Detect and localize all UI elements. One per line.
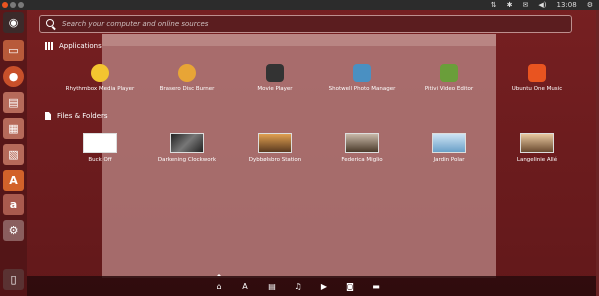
app-result-brasero[interactable]: Brasero Disc Burner — [152, 64, 222, 92]
file-result-label: Darkening Clockwork — [157, 157, 217, 163]
file-result-langelinie-alle[interactable]: Langelinie Allé — [502, 133, 572, 163]
file-thumbnail — [432, 133, 466, 153]
ubuntu-one-music-icon — [528, 64, 546, 82]
app-result-label: Brasero Disc Burner — [159, 86, 215, 92]
file-thumbnail — [520, 133, 554, 153]
file-result-label: Buck Off — [88, 157, 112, 163]
home-folder-icon[interactable]: ▭ — [3, 40, 24, 61]
bluetooth-indicator-icon[interactable]: ✱ — [507, 1, 513, 9]
lens-bar — [27, 276, 599, 296]
file-result-label: Dybbølsbro Station — [248, 157, 302, 163]
clock[interactable]: 13:08 — [557, 1, 577, 9]
app-result-label: Ubuntu One Music — [511, 86, 563, 92]
volume-indicator-icon[interactable]: ◀) — [538, 1, 546, 9]
photo-lens-icon[interactable]: ◙ — [344, 281, 356, 291]
app-result-label: Movie Player — [257, 86, 293, 92]
files-lens-icon[interactable]: ▤ — [266, 281, 278, 291]
app-result-label: Rhythmbox Media Player — [65, 86, 135, 92]
libreoffice-writer-icon[interactable]: ▤ — [3, 92, 24, 113]
top-panel: ⇅ ✱ ✉ ◀) 13:08 ⚙ — [0, 0, 599, 10]
system-settings-icon[interactable]: ⚙ — [3, 220, 24, 241]
file-result-dybbolsbro-station[interactable]: Dybbølsbro Station — [240, 133, 310, 163]
movie-player-icon — [266, 64, 284, 82]
file-result-label: Federica Miglio — [341, 157, 383, 163]
files-category-icon — [45, 112, 51, 120]
search-input[interactable] — [62, 17, 562, 31]
background-window-titlebar — [102, 34, 496, 46]
applications-category-icon — [45, 42, 53, 50]
app-result-movie-player[interactable]: Movie Player — [240, 64, 310, 92]
network-indicator-icon[interactable]: ⇅ — [491, 1, 497, 9]
category-files-folders[interactable]: Files & Folders — [45, 112, 108, 120]
minimize-window-button[interactable] — [10, 2, 16, 8]
social-lens-icon[interactable]: ▬ — [370, 281, 382, 291]
file-thumbnail — [345, 133, 379, 153]
dash-search-box — [39, 15, 572, 33]
software-center-letter: A — [9, 174, 18, 187]
category-applications[interactable]: Applications — [45, 42, 102, 50]
file-thumbnail — [170, 133, 204, 153]
file-result-buck-off[interactable]: Buck Off — [65, 133, 135, 163]
category-label: Applications — [59, 42, 102, 50]
home-lens-icon[interactable]: ⌂ — [213, 281, 225, 291]
file-result-label: Langelinie Allé — [516, 157, 558, 163]
indicator-area: ⇅ ✱ ✉ ◀) 13:08 ⚙ — [491, 0, 593, 10]
trash-icon[interactable]: ▯ — [3, 269, 24, 290]
app-result-label: Pitivi Video Editor — [424, 86, 474, 92]
shotwell-icon — [353, 64, 371, 82]
amazon-icon[interactable]: a — [3, 194, 24, 215]
file-thumbnail — [83, 133, 117, 153]
file-thumbnail — [258, 133, 292, 153]
app-result-label: Shotwell Photo Manager — [328, 86, 396, 92]
app-result-pitivi[interactable]: Pitivi Video Editor — [414, 64, 484, 92]
pitivi-icon — [440, 64, 458, 82]
file-result-label: Jardin Polar — [433, 157, 465, 163]
app-result-shotwell[interactable]: Shotwell Photo Manager — [327, 64, 397, 92]
app-result-rhythmbox[interactable]: Rhythmbox Media Player — [65, 64, 135, 92]
search-icon — [46, 19, 54, 27]
music-lens-icon[interactable]: ♫ — [292, 281, 304, 291]
file-result-jardin-polar[interactable]: Jardin Polar — [414, 133, 484, 163]
launcher: ◉ ▭ ● ▤ ▦ ▧ A a ⚙ ▯ — [0, 10, 27, 296]
firefox-icon[interactable]: ● — [3, 66, 24, 87]
messaging-indicator-icon[interactable]: ✉ — [523, 1, 529, 9]
app-result-ubuntu-one-music[interactable]: Ubuntu One Music — [502, 64, 572, 92]
amazon-letter: a — [9, 198, 18, 211]
session-gear-icon[interactable]: ⚙ — [587, 1, 593, 9]
category-label: Files & Folders — [57, 112, 108, 120]
brasero-icon — [178, 64, 196, 82]
maximize-window-button[interactable] — [18, 2, 24, 8]
video-lens-icon[interactable]: ▶ — [318, 281, 330, 291]
libreoffice-calc-icon[interactable]: ▦ — [3, 118, 24, 139]
file-result-darkening-clockwork[interactable]: Darkening Clockwork — [152, 133, 222, 163]
window-controls — [2, 2, 24, 8]
dash-home-icon[interactable]: ◉ — [3, 12, 24, 33]
libreoffice-impress-icon[interactable]: ▧ — [3, 144, 24, 165]
file-result-federica-miglio[interactable]: Federica Miglio — [327, 133, 397, 163]
applications-lens-icon[interactable]: A — [239, 281, 251, 291]
ubuntu-software-center-icon[interactable]: A — [3, 170, 24, 191]
rhythmbox-icon — [91, 64, 109, 82]
close-window-button[interactable] — [2, 2, 8, 8]
